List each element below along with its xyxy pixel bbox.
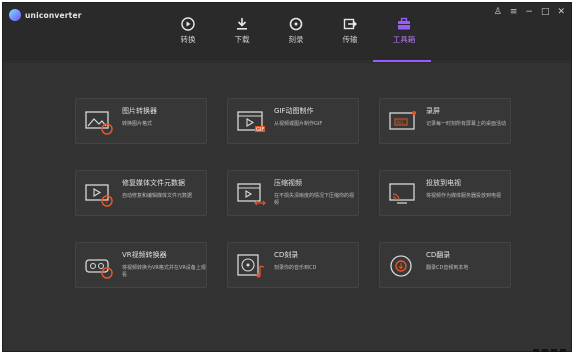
tool-desc: 转换图片格式 [122,121,153,127]
tool-card-metadata-fix[interactable]: i 修复媒体文件元数据 自动修复和编辑媒体文件元数据 [75,170,207,216]
svg-text:GIF: GIF [256,127,264,133]
download-icon [235,17,249,31]
tab-label: 工具箱 [392,35,416,44]
tool-desc: 在不损失清晰度的情况下压缩你的视频 [274,193,355,206]
user-icon[interactable]: ♙ [494,7,502,17]
tool-desc: 将视频作为媒体服务器投放到电视 [426,193,502,199]
divider [3,62,571,63]
tab-toolbox[interactable]: 工具箱 [391,17,417,45]
tool-desc: 刻录你的音乐到CD [274,265,317,271]
screen-recorder-icon: REC [388,108,418,136]
tab-download[interactable]: 下载 [229,17,255,45]
tool-title: 修复媒体文件元数据 [122,179,185,187]
tool-card-compress-video[interactable]: 压缩视频 在不损失清晰度的情况下压缩你的视频 [227,170,359,216]
app-window: uniconverter ♙ ≡ − □ ✕ 转换 下载 刻录 传输 工具箱 图… [2,2,572,352]
tool-title: GIF动图制作 [274,107,314,115]
gif-maker-icon: GIF [236,108,266,136]
window-controls: ♙ ≡ − □ ✕ [494,7,565,17]
tool-title: VR视频转换器 [122,251,167,259]
close-icon[interactable]: ✕ [557,7,565,17]
tool-card-screen-recorder[interactable]: REC 录屏 记录每一时刻所有屏幕上的桌面活动 [379,98,511,144]
compress-video-icon [236,180,266,208]
menu-icon[interactable]: ≡ [510,7,518,17]
tool-card-vr-converter[interactable]: VR视频转换器 将视频转换为VR格式并在VR设备上观看 [75,242,207,288]
cd-burner-icon [236,252,266,280]
minimize-icon[interactable]: − [525,7,533,17]
tool-card-cd-ripper[interactable]: CD翻录 翻录CD音频到本地 [379,242,511,288]
tab-transfer[interactable]: 传输 [337,17,363,45]
tool-title: 图片转换器 [122,107,157,115]
burn-icon [289,17,303,31]
tool-title: CD翻录 [426,251,451,259]
app-name: uniconverter [25,10,82,20]
maximize-icon[interactable]: □ [541,7,550,17]
tool-card-cd-burner[interactable]: CD刻录 刻录你的音乐到CD [227,242,359,288]
tool-desc: 自动修复和编辑媒体文件元数据 [122,193,193,199]
tab-label: 传输 [342,35,358,44]
logo-icon [9,9,21,21]
cd-ripper-icon [388,252,418,280]
top-bar: uniconverter ♙ ≡ − □ ✕ 转换 下载 刻录 传输 工具箱 [3,3,571,62]
tool-title: 投放到电视 [426,179,461,187]
tab-label: 下载 [234,35,250,44]
corner-marks [533,349,566,352]
tool-title: 压缩视频 [274,179,302,187]
app-logo: uniconverter [9,9,82,21]
main-tabs: 转换 下载 刻录 传输 工具箱 [175,17,417,45]
convert-icon [181,17,195,31]
tool-desc: 从视频或图片制作GIF [274,121,323,127]
tool-desc: 将视频转换为VR格式并在VR设备上观看 [122,265,206,278]
tool-desc: 翻录CD音频到本地 [426,265,469,271]
tool-desc: 记录每一时刻所有屏幕上的桌面活动 [426,121,507,127]
transfer-icon [343,17,357,31]
cast-to-tv-icon [388,180,418,208]
tab-convert[interactable]: 转换 [175,17,201,45]
metadata-fix-icon: i [84,180,114,208]
tool-card-gif-maker[interactable]: GIF GIF动图制作 从视频或图片制作GIF [227,98,359,144]
tab-label: 转换 [180,35,196,44]
svg-text:REC: REC [397,120,405,125]
toolbox-icon [397,17,411,31]
tool-card-image-converter[interactable]: 图片转换器 转换图片格式 [75,98,207,144]
tool-title: CD刻录 [274,251,299,259]
vr-converter-icon [84,252,114,280]
tool-card-cast-to-tv[interactable]: 投放到电视 将视频作为媒体服务器投放到电视 [379,170,511,216]
tab-burn[interactable]: 刻录 [283,17,309,45]
image-converter-icon [84,108,114,136]
tool-title: 录屏 [426,107,440,115]
tab-label: 刻录 [288,35,304,44]
